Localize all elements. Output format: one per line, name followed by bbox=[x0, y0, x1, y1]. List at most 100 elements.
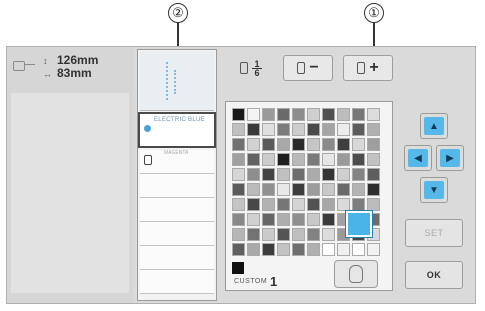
selected-color-cursor[interactable] bbox=[346, 211, 372, 237]
palette-color-cell[interactable] bbox=[292, 183, 305, 196]
palette-color-cell[interactable] bbox=[247, 138, 260, 151]
palette-color-cell[interactable] bbox=[307, 228, 320, 241]
palette-color-cell[interactable] bbox=[292, 123, 305, 136]
palette-color-cell[interactable] bbox=[367, 153, 380, 166]
palette-color-cell[interactable] bbox=[307, 138, 320, 151]
palette-color-cell[interactable] bbox=[262, 213, 275, 226]
next-color-button[interactable]: + bbox=[343, 55, 393, 81]
ok-button[interactable]: OK bbox=[405, 261, 463, 289]
palette-color-cell[interactable] bbox=[262, 108, 275, 121]
set-button[interactable]: SET bbox=[405, 219, 463, 247]
palette-color-cell[interactable] bbox=[322, 198, 335, 211]
palette-color-cell[interactable] bbox=[232, 213, 245, 226]
palette-color-cell[interactable] bbox=[322, 243, 335, 256]
palette-color-cell[interactable] bbox=[337, 123, 350, 136]
stitch-order-list[interactable]: ELECTRIC BLUE MAGENTA bbox=[137, 49, 217, 301]
palette-color-cell[interactable] bbox=[352, 183, 365, 196]
palette-color-cell[interactable] bbox=[307, 213, 320, 226]
black-swatch[interactable] bbox=[232, 262, 244, 274]
color-row-selected[interactable]: ELECTRIC BLUE bbox=[138, 112, 216, 148]
palette-color-cell[interactable] bbox=[292, 168, 305, 181]
palette-color-cell[interactable] bbox=[232, 183, 245, 196]
color-row[interactable]: MAGENTA bbox=[140, 150, 214, 174]
palette-color-cell[interactable] bbox=[367, 183, 380, 196]
palette-color-cell[interactable] bbox=[262, 168, 275, 181]
palette-color-cell[interactable] bbox=[277, 228, 290, 241]
up-arrow-button[interactable]: ▲ bbox=[420, 113, 448, 139]
palette-color-cell[interactable] bbox=[307, 198, 320, 211]
palette-color-cell[interactable] bbox=[277, 183, 290, 196]
palette-color-cell[interactable] bbox=[367, 108, 380, 121]
palette-color-cell[interactable] bbox=[337, 183, 350, 196]
right-arrow-button[interactable]: ▶ bbox=[436, 145, 464, 171]
palette-color-cell[interactable] bbox=[247, 213, 260, 226]
color-row-empty[interactable] bbox=[140, 174, 214, 198]
palette-color-cell[interactable] bbox=[277, 123, 290, 136]
palette-color-cell[interactable] bbox=[337, 198, 350, 211]
palette-color-cell[interactable] bbox=[262, 228, 275, 241]
palette-color-cell[interactable] bbox=[262, 198, 275, 211]
palette-color-cell[interactable] bbox=[322, 228, 335, 241]
palette-color-cell[interactable] bbox=[232, 228, 245, 241]
palette-color-cell[interactable] bbox=[307, 168, 320, 181]
left-arrow-button[interactable]: ◀ bbox=[404, 145, 432, 171]
palette-color-cell[interactable] bbox=[367, 198, 380, 211]
palette-color-cell[interactable] bbox=[352, 168, 365, 181]
palette-color-cell[interactable] bbox=[292, 153, 305, 166]
palette-color-cell[interactable] bbox=[262, 243, 275, 256]
palette-color-cell[interactable] bbox=[352, 198, 365, 211]
palette-color-cell[interactable] bbox=[247, 108, 260, 121]
palette-color-cell[interactable] bbox=[337, 153, 350, 166]
palette-color-cell[interactable] bbox=[337, 108, 350, 121]
palette-color-cell[interactable] bbox=[322, 183, 335, 196]
palette-color-cell[interactable] bbox=[367, 243, 380, 256]
palette-color-cell[interactable] bbox=[322, 108, 335, 121]
palette-color-cell[interactable] bbox=[277, 108, 290, 121]
palette-color-cell[interactable] bbox=[352, 243, 365, 256]
palette-color-cell[interactable] bbox=[247, 243, 260, 256]
palette-color-cell[interactable] bbox=[247, 168, 260, 181]
palette-color-cell[interactable] bbox=[307, 108, 320, 121]
palette-color-cell[interactable] bbox=[322, 153, 335, 166]
palette-color-cell[interactable] bbox=[262, 123, 275, 136]
palette-color-cell[interactable] bbox=[277, 213, 290, 226]
palette-color-cell[interactable] bbox=[292, 198, 305, 211]
palette-color-cell[interactable] bbox=[322, 123, 335, 136]
palette-color-cell[interactable] bbox=[292, 213, 305, 226]
palette-color-cell[interactable] bbox=[262, 183, 275, 196]
palette-color-cell[interactable] bbox=[337, 168, 350, 181]
palette-color-cell[interactable] bbox=[262, 153, 275, 166]
palette-color-cell[interactable] bbox=[247, 123, 260, 136]
palette-color-cell[interactable] bbox=[352, 123, 365, 136]
palette-color-cell[interactable] bbox=[292, 138, 305, 151]
palette-color-cell[interactable] bbox=[307, 243, 320, 256]
palette-color-cell[interactable] bbox=[292, 243, 305, 256]
palette-color-cell[interactable] bbox=[277, 138, 290, 151]
palette-color-cell[interactable] bbox=[247, 228, 260, 241]
palette-color-cell[interactable] bbox=[232, 138, 245, 151]
palette-color-cell[interactable] bbox=[247, 183, 260, 196]
down-arrow-button[interactable]: ▼ bbox=[420, 177, 448, 203]
color-row-empty[interactable] bbox=[140, 198, 214, 222]
palette-color-cell[interactable] bbox=[277, 168, 290, 181]
color-grid[interactable] bbox=[232, 108, 382, 258]
palette-color-cell[interactable] bbox=[337, 243, 350, 256]
palette-color-cell[interactable] bbox=[262, 138, 275, 151]
palette-color-cell[interactable] bbox=[247, 198, 260, 211]
palette-color-cell[interactable] bbox=[307, 153, 320, 166]
palette-color-cell[interactable] bbox=[277, 198, 290, 211]
palette-color-cell[interactable] bbox=[232, 108, 245, 121]
palette-color-cell[interactable] bbox=[277, 153, 290, 166]
previous-color-button[interactable]: − bbox=[283, 55, 333, 81]
color-row-empty[interactable] bbox=[140, 270, 214, 294]
palette-color-cell[interactable] bbox=[322, 213, 335, 226]
palette-color-cell[interactable] bbox=[367, 123, 380, 136]
palette-color-cell[interactable] bbox=[292, 228, 305, 241]
palette-color-cell[interactable] bbox=[307, 183, 320, 196]
palette-color-cell[interactable] bbox=[247, 153, 260, 166]
palette-color-cell[interactable] bbox=[352, 153, 365, 166]
color-row-empty[interactable] bbox=[140, 222, 214, 246]
hand-button[interactable] bbox=[334, 260, 378, 288]
color-row-empty[interactable] bbox=[140, 246, 214, 270]
palette-color-cell[interactable] bbox=[232, 168, 245, 181]
